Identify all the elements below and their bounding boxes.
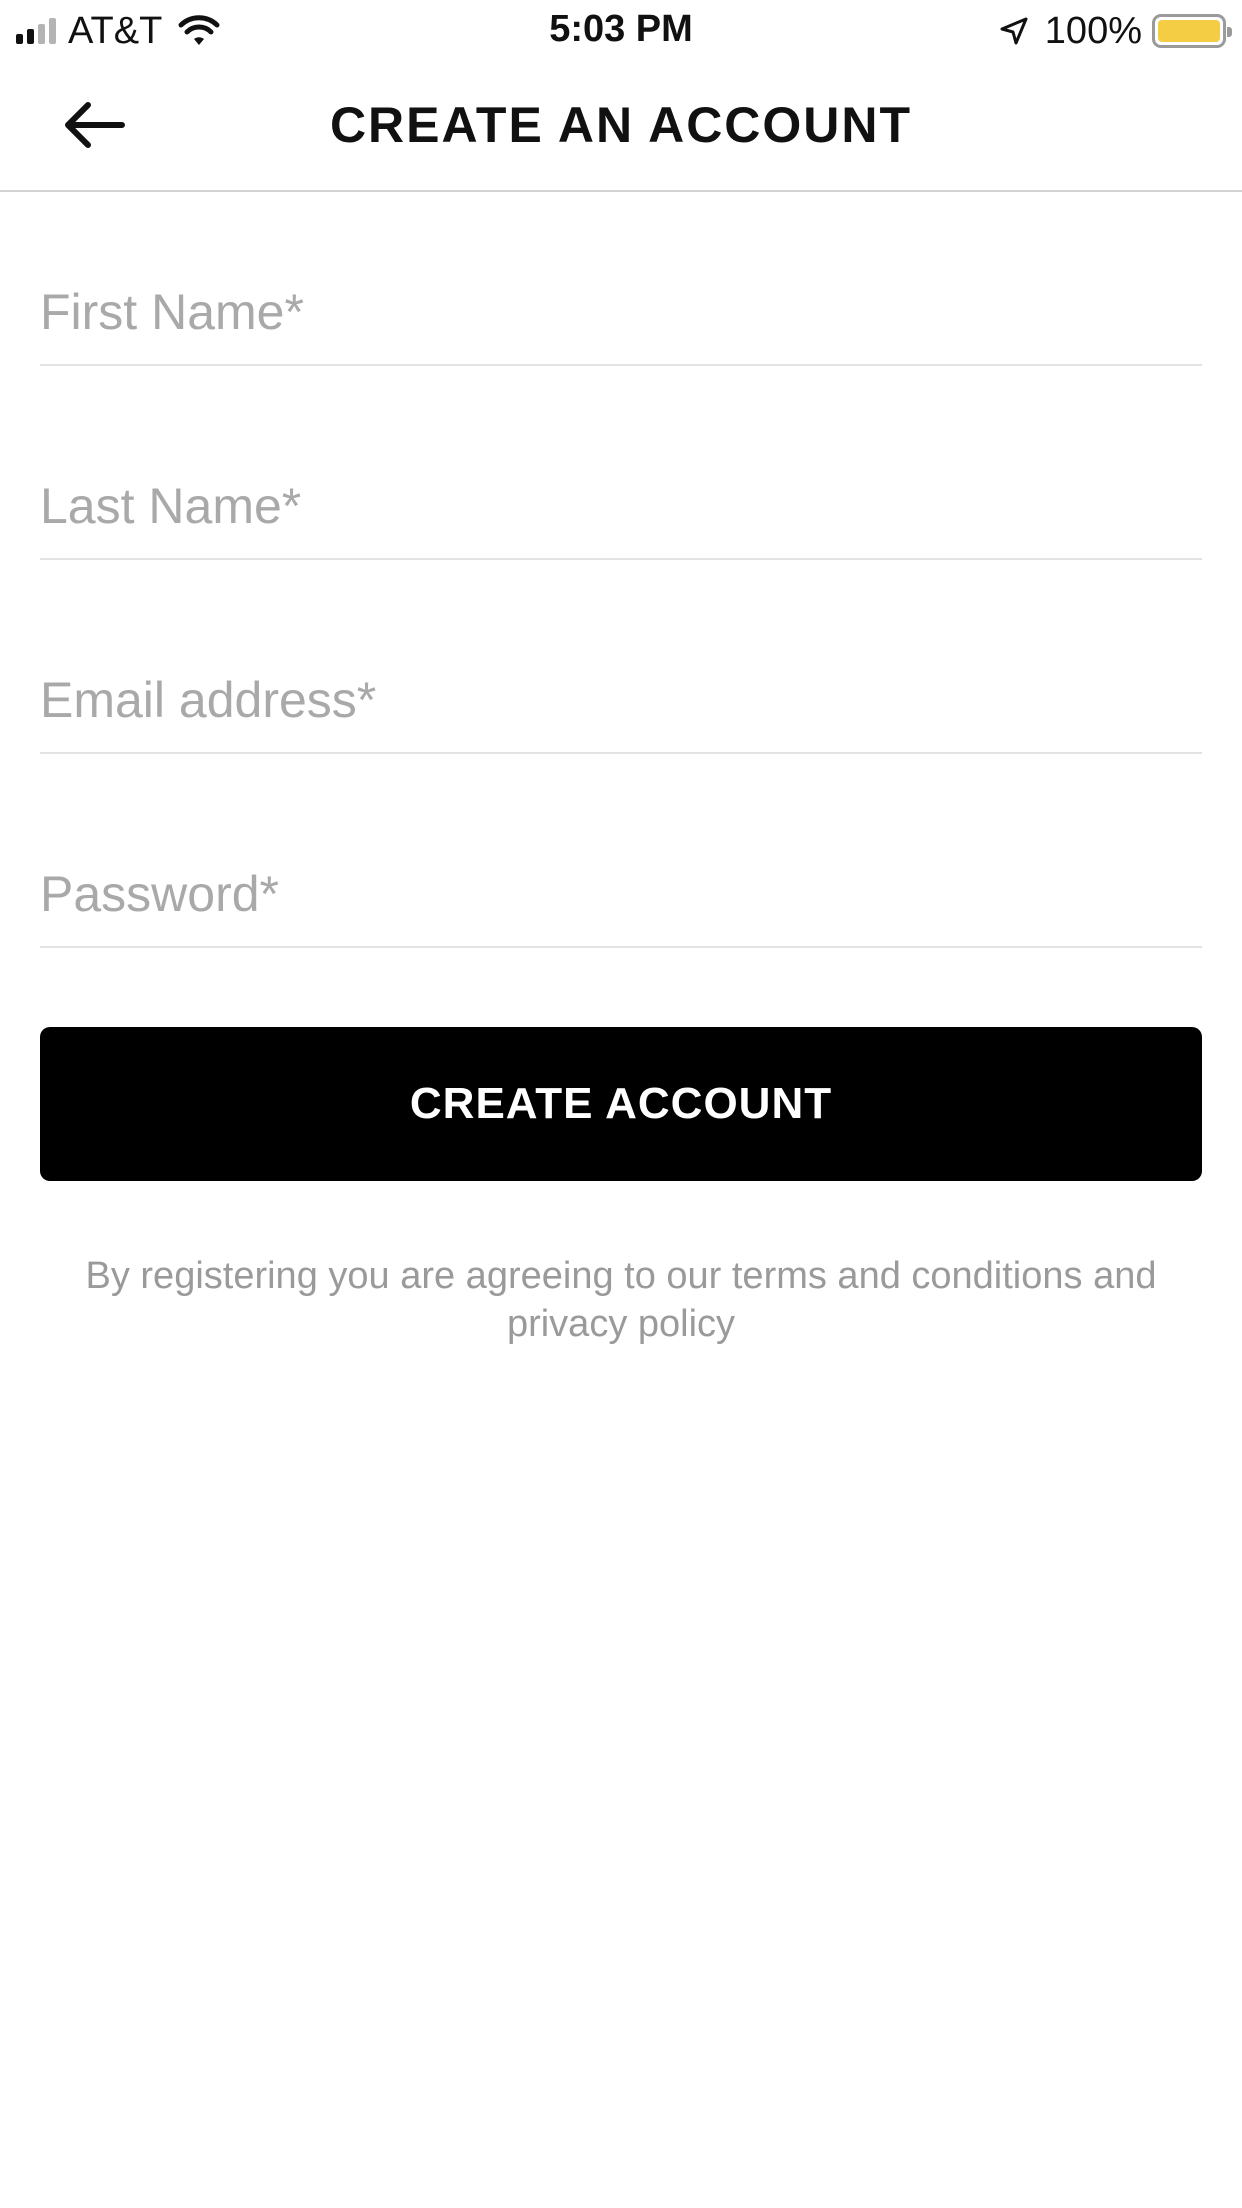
page-title: CREATE AN ACCOUNT bbox=[329, 97, 913, 153]
last-name-field-container bbox=[40, 440, 1202, 560]
status-bar: AT&T 5:03 PM 100% bbox=[0, 0, 1242, 62]
privacy-policy-link[interactable]: privacy policy bbox=[507, 1303, 735, 1345]
first-name-field[interactable] bbox=[40, 262, 1202, 362]
navigation-bar: CREATE AN ACCOUNT bbox=[0, 62, 1242, 192]
battery-percent: 100% bbox=[1044, 9, 1142, 52]
status-bar-right: 100% bbox=[999, 9, 1232, 52]
last-name-field[interactable] bbox=[40, 456, 1202, 556]
terms-and-conditions-link[interactable]: terms and conditions bbox=[732, 1255, 1083, 1297]
battery-fill bbox=[1158, 20, 1220, 42]
email-field[interactable] bbox=[40, 650, 1202, 750]
terms-prefix: By registering you are agreeing to our bbox=[85, 1255, 732, 1297]
location-arrow-icon bbox=[1000, 17, 1028, 45]
email-field-container bbox=[40, 634, 1202, 754]
battery-icon bbox=[1152, 14, 1232, 48]
password-field-container bbox=[40, 828, 1202, 948]
battery-cap bbox=[1227, 27, 1232, 37]
create-account-label: CREATE ACCOUNT bbox=[409, 1079, 833, 1128]
terms-notice: By registering you are agreeing to our t… bbox=[40, 1252, 1202, 1348]
password-field[interactable] bbox=[40, 844, 1202, 944]
terms-middle: and bbox=[1082, 1255, 1157, 1297]
first-name-field-container bbox=[40, 246, 1202, 366]
create-account-button[interactable]: CREATE ACCOUNT bbox=[40, 1027, 1202, 1181]
